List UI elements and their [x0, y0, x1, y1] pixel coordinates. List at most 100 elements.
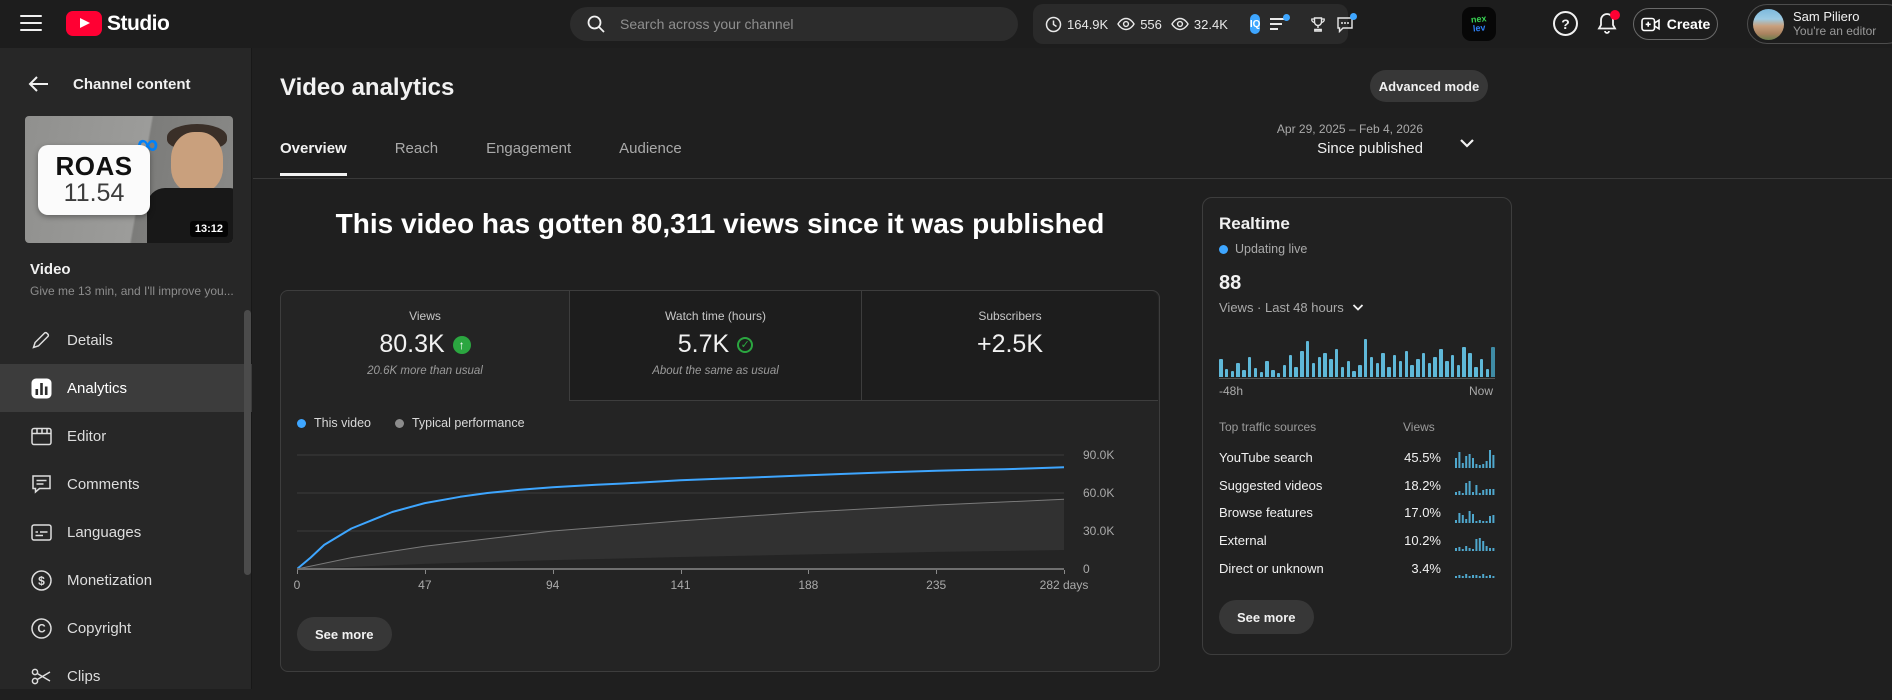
realtime-bar: [1416, 359, 1420, 377]
realtime-bar: [1335, 349, 1339, 377]
realtime-count-label[interactable]: Views · Last 48 hours: [1219, 299, 1366, 315]
x-tick-label: 141: [670, 578, 690, 592]
traffic-source-row[interactable]: YouTube search45.5%: [1219, 444, 1495, 472]
tab-overview[interactable]: Overview: [280, 140, 347, 176]
dollar-circle-icon: $: [30, 570, 52, 591]
sidebar-item-copyright[interactable]: C Copyright: [0, 604, 252, 652]
clock-icon: [1045, 16, 1062, 33]
back-arrow-icon: [28, 75, 49, 93]
traffic-source-percent: 17.0%: [1395, 505, 1441, 520]
watch-time-value: 5.7K: [678, 330, 729, 359]
traffic-source-row[interactable]: External10.2%: [1219, 527, 1495, 555]
realtime-bar: [1457, 365, 1461, 377]
metric-tab-views[interactable]: Views 80.3K ↑ 20.6K more than usual: [281, 291, 569, 401]
realtime-see-more-button[interactable]: See more: [1219, 600, 1314, 634]
traffic-source-sparkline: [1455, 448, 1495, 468]
traffic-source-label: External: [1219, 533, 1395, 548]
traffic-source-row[interactable]: Suggested videos18.2%: [1219, 472, 1495, 500]
page-title: Video analytics: [280, 74, 454, 102]
copyright-icon: C: [30, 618, 52, 639]
video-kind-label: Video: [30, 261, 71, 278]
sidebar-item-monetization[interactable]: $ Monetization: [0, 556, 252, 604]
x-tick-mark: [297, 570, 298, 574]
youtube-studio-logo[interactable]: Studio: [66, 11, 169, 36]
live-dot-icon: [1219, 245, 1228, 254]
realtime-live-status: Updating live: [1219, 242, 1307, 256]
x-tick-mark: [808, 570, 809, 574]
realtime-bar: [1225, 369, 1229, 377]
extension-stat-48h: 556: [1117, 17, 1162, 32]
realtime-bar: [1439, 349, 1443, 377]
sidebar-scrollbar[interactable]: [244, 310, 251, 575]
list-lines-icon[interactable]: [1269, 17, 1287, 31]
legend-dot-blue: [297, 419, 306, 428]
user-role: You're an editor: [1793, 24, 1876, 39]
realtime-bar: [1451, 355, 1455, 377]
help-icon[interactable]: ?: [1553, 11, 1578, 36]
realtime-title: Realtime: [1219, 214, 1290, 234]
tab-engagement[interactable]: Engagement: [486, 140, 571, 176]
notifications-bell-icon[interactable]: [1595, 11, 1621, 37]
nexlev-extension-icon[interactable]: nex lev: [1462, 7, 1496, 41]
thumbnail-roas-card: ROAS 11.54: [38, 145, 150, 215]
sidebar-item-comments[interactable]: Comments: [0, 460, 252, 508]
traffic-sources-list: YouTube search45.5%Suggested videos18.2%…: [1219, 444, 1495, 582]
sidebar-menu: Details Analytics Editor Comments Langua…: [0, 316, 252, 700]
tab-audience[interactable]: Audience: [619, 140, 682, 176]
topbar: Studio 164.9K 556 32: [0, 0, 1892, 48]
legend-typical-performance[interactable]: Typical performance: [395, 416, 525, 430]
analytics-tabs: Overview Reach Engagement Audience: [280, 140, 682, 176]
metric-tab-watch-time[interactable]: Watch time (hours) 5.7K ✓ About the same…: [569, 291, 862, 401]
traffic-source-sparkline: [1455, 475, 1495, 495]
traffic-source-row[interactable]: Direct or unknown3.4%: [1219, 554, 1495, 582]
sidebar-item-languages[interactable]: Languages: [0, 508, 252, 556]
channel-search[interactable]: [570, 7, 1018, 41]
sidebar-item-editor[interactable]: Editor: [0, 412, 252, 460]
sidebar-item-analytics[interactable]: Analytics: [0, 364, 252, 412]
realtime-bar: [1300, 351, 1304, 377]
x-tick-label: 188: [798, 578, 818, 592]
advanced-mode-button[interactable]: Advanced mode: [1370, 70, 1488, 102]
traffic-table-header: Top traffic sources Views: [1219, 420, 1495, 434]
realtime-bar: [1364, 339, 1368, 377]
trophy-icon[interactable]: [1309, 16, 1327, 33]
traffic-source-sparkline: [1455, 503, 1495, 523]
traffic-source-percent: 45.5%: [1395, 450, 1441, 465]
realtime-bar: [1318, 357, 1322, 377]
tab-reach[interactable]: Reach: [395, 140, 438, 176]
extension-stat-watchtime: 164.9K: [1045, 16, 1108, 33]
metric-tab-subscribers[interactable]: Subscribers +2.5K: [862, 291, 1158, 401]
traffic-source-sparkline: [1455, 531, 1495, 551]
realtime-bar-chart: [1219, 339, 1495, 377]
sidebar-item-details[interactable]: Details: [0, 316, 252, 364]
date-range-picker[interactable]: Apr 29, 2025 – Feb 4, 2026 Since publish…: [1203, 118, 1483, 168]
see-more-button[interactable]: See more: [297, 617, 392, 651]
back-to-channel-content[interactable]: Channel content: [0, 70, 252, 98]
eye-icon: [1171, 17, 1189, 31]
traffic-source-label: YouTube search: [1219, 450, 1395, 465]
metric-tabs: Views 80.3K ↑ 20.6K more than usual Watc…: [281, 291, 1159, 401]
traffic-source-row[interactable]: Browse features17.0%: [1219, 499, 1495, 527]
search-input[interactable]: [620, 16, 980, 32]
views-headline: This video has gotten 80,311 views since…: [280, 208, 1160, 240]
create-video-icon: [1641, 17, 1660, 32]
extension-stat-views: 32.4K: [1171, 17, 1228, 32]
svg-text:$: $: [38, 573, 45, 587]
y-tick-label: 30.0K: [1083, 524, 1114, 538]
y-tick-label: 60.0K: [1083, 486, 1114, 500]
svg-text:C: C: [37, 623, 45, 635]
legend-this-video[interactable]: This video: [297, 416, 371, 430]
sidebar-item-clips[interactable]: Clips: [0, 652, 252, 700]
vidiq-icon[interactable]: IQ: [1250, 14, 1261, 34]
realtime-card: Realtime Updating live 88 Views · Last 4…: [1202, 197, 1512, 655]
account-chip[interactable]: Sam Piliero You're an editor: [1747, 4, 1892, 44]
create-button[interactable]: Create: [1633, 8, 1718, 40]
hamburger-menu-icon[interactable]: [20, 15, 42, 31]
traffic-source-sparkline: [1455, 558, 1495, 578]
views-line-chart[interactable]: [297, 446, 1064, 569]
chat-bubble-icon[interactable]: [1336, 16, 1354, 33]
realtime-bar: [1347, 361, 1351, 377]
video-thumbnail[interactable]: ∞ ROAS 11.54 13:12: [25, 116, 233, 243]
x-tick-mark: [936, 570, 937, 574]
realtime-bar: [1462, 347, 1466, 377]
